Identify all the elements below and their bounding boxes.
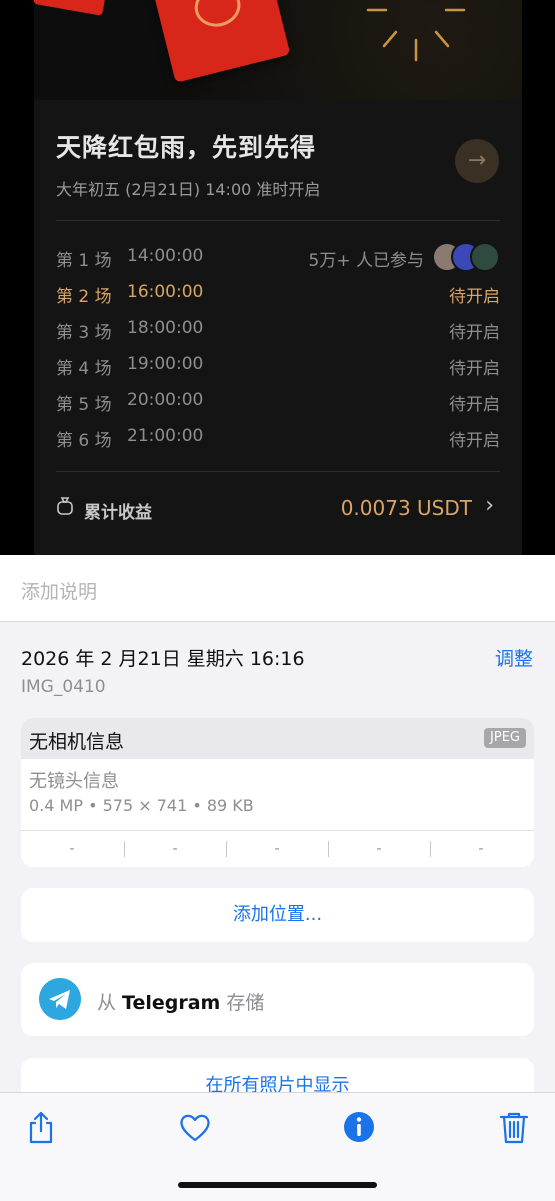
round-row: 第 3 场 18:00:00 待开启	[56, 318, 500, 346]
round-status: 待开启	[449, 287, 500, 307]
round-label: 第 5 场	[56, 395, 112, 415]
round-time: 18:00:00	[127, 318, 204, 338]
exif-value: -	[172, 841, 178, 857]
round-row: 第 5 场 20:00:00 待开启	[56, 390, 500, 418]
info-icon[interactable]	[341, 1109, 377, 1145]
exif-info-card: 无相机信息 JPEG 无镜头信息 0.4 MP • 575 × 741 • 89…	[21, 718, 534, 867]
card-subtitle: 大年初五 (2月21日) 14:00 准时开启	[56, 180, 321, 199]
exif-value: -	[274, 841, 280, 857]
round-row: 第 2 场 16:00:00 待开启	[56, 282, 500, 310]
round-label: 第 1 场	[56, 251, 112, 271]
source-app: Telegram	[122, 992, 221, 1014]
money-bag-icon	[57, 497, 73, 515]
red-envelope-icon	[151, 0, 291, 83]
round-label: 第 3 场	[56, 323, 112, 343]
card-title: 天降红包雨，先到先得	[56, 133, 317, 162]
chevron-right-icon: ›	[251, 985, 260, 1010]
photo-preview[interactable]: 天降红包雨，先到先得 大年初五 (2月21日) 14:00 准时开启 → 第 1…	[0, 0, 555, 555]
info-header: 无相机信息 JPEG	[21, 718, 534, 759]
banner-art	[34, 0, 522, 100]
exif-value: -	[376, 841, 382, 857]
round-time: 19:00:00	[127, 354, 204, 374]
divider	[56, 220, 500, 221]
round-status: 待开启	[449, 323, 500, 343]
participant-avatars	[432, 242, 500, 272]
earnings-value: 0.0073 USDT	[340, 496, 472, 520]
add-location-button[interactable]: 添加位置...	[21, 888, 534, 942]
camera-info: 无相机信息	[29, 731, 125, 753]
photo-datetime: 2026 年 2 月21日 星期六 16:16	[21, 648, 305, 670]
format-badge: JPEG	[484, 728, 526, 748]
round-status: 待开启	[449, 395, 500, 415]
round-label: 第 2 场	[56, 287, 112, 307]
round-time: 21:00:00	[127, 426, 204, 446]
red-packet-card: 天降红包雨，先到先得 大年初五 (2月21日) 14:00 准时开启 → 第 1…	[34, 0, 522, 555]
adjust-button[interactable]: 调整	[495, 644, 533, 671]
round-time: 20:00:00	[127, 390, 204, 410]
telegram-source-row[interactable]: 从 Telegram 存储 ›	[21, 963, 534, 1036]
lens-info: 无镜头信息	[29, 771, 119, 792]
exif-value: -	[69, 841, 75, 857]
caption-field[interactable]: 添加说明	[0, 555, 555, 622]
avatar	[470, 242, 500, 272]
exif-values-row: - - - - -	[21, 830, 534, 867]
home-indicator	[178, 1182, 377, 1188]
round-time: 14:00:00	[127, 246, 204, 266]
caption-placeholder: 添加说明	[21, 581, 98, 603]
round-row: 第 6 场 21:00:00 待开启	[56, 426, 500, 454]
telegram-icon	[39, 978, 81, 1020]
round-row: 第 4 场 19:00:00 待开启	[56, 354, 500, 382]
trash-icon[interactable]	[496, 1109, 532, 1145]
round-label: 第 4 场	[56, 359, 112, 379]
round-row: 第 1 场 14:00:00 5万+ 人已参与	[56, 242, 500, 274]
photo-filename: IMG_0410	[21, 677, 106, 697]
round-label: 第 6 场	[56, 431, 112, 451]
exif-value: -	[478, 841, 484, 857]
arrow-right-icon: →	[455, 139, 499, 183]
chevron-right-icon: ›	[485, 493, 494, 518]
round-time: 16:00:00	[127, 282, 204, 302]
heart-icon[interactable]	[177, 1109, 213, 1145]
red-envelope-icon	[34, 0, 109, 16]
participants-count: 5万+ 人已参与	[308, 251, 424, 271]
source-label: 从 Telegram 存储	[97, 988, 264, 1015]
divider	[56, 471, 500, 472]
round-status: 待开启	[449, 431, 500, 451]
firework-icon	[366, 8, 466, 62]
share-icon[interactable]	[23, 1109, 59, 1145]
source-prefix: 从	[97, 992, 123, 1014]
image-specs: 0.4 MP • 575 × 741 • 89 KB	[29, 796, 254, 815]
earnings-label: 累计收益	[84, 503, 152, 523]
round-status: 待开启	[449, 359, 500, 379]
